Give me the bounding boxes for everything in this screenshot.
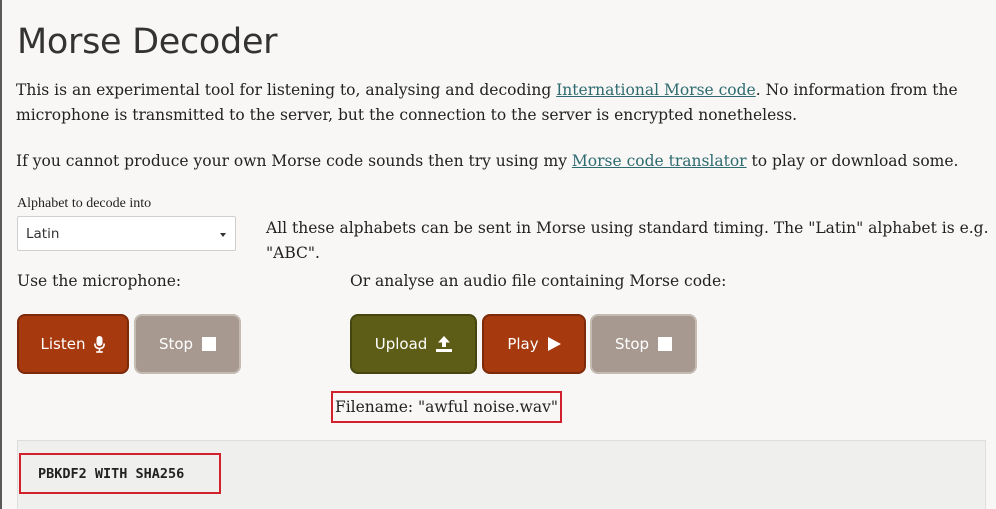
translator-text-start: If you cannot produce your own Morse cod… bbox=[16, 152, 572, 170]
upload-icon bbox=[436, 336, 453, 352]
translator-text-end: to play or download some. bbox=[746, 152, 959, 170]
play-button[interactable]: Play bbox=[482, 314, 586, 374]
microphone-stop-button[interactable]: Stop bbox=[134, 314, 241, 374]
morse-code-translator-link[interactable]: Morse code translator bbox=[572, 152, 747, 170]
international-morse-code-link[interactable]: International Morse code bbox=[556, 81, 756, 99]
intro-paragraph: This is an experimental tool for listeni… bbox=[16, 78, 988, 128]
intro-text-start: This is an experimental tool for listeni… bbox=[16, 81, 557, 99]
play-button-label: Play bbox=[507, 335, 539, 353]
alphabet-selected-value: Latin bbox=[26, 226, 60, 242]
play-icon bbox=[547, 337, 561, 351]
upload-button-label: Upload bbox=[374, 335, 428, 353]
translator-paragraph: If you cannot produce your own Morse cod… bbox=[16, 149, 988, 174]
upload-button[interactable]: Upload bbox=[350, 314, 477, 374]
audio-stop-label: Stop bbox=[614, 335, 650, 353]
microphone-stop-label: Stop bbox=[158, 335, 194, 353]
decoded-output-text: PBKDF2 WITH SHA256 bbox=[19, 453, 221, 494]
alphabet-label: Alphabet to decode into bbox=[17, 196, 152, 211]
filename-display: Filename: "awful noise.wav" bbox=[331, 391, 562, 423]
alphabet-select[interactable]: Latin bbox=[17, 216, 236, 251]
listen-button-label: Listen bbox=[40, 335, 86, 353]
microphone-icon bbox=[94, 335, 106, 353]
microphone-label: Use the microphone: bbox=[17, 272, 182, 290]
alphabet-note: All these alphabets can be sent in Morse… bbox=[266, 219, 989, 262]
chevron-down-icon bbox=[220, 233, 226, 237]
page-title: Morse Decoder bbox=[17, 22, 278, 62]
left-border bbox=[0, 0, 2, 509]
stop-square-icon bbox=[202, 337, 217, 351]
audio-file-label: Or analyse an audio file containing Mors… bbox=[350, 272, 727, 290]
listen-button[interactable]: Listen bbox=[17, 314, 129, 374]
stop-square-icon bbox=[658, 337, 673, 351]
audio-stop-button[interactable]: Stop bbox=[590, 314, 697, 374]
